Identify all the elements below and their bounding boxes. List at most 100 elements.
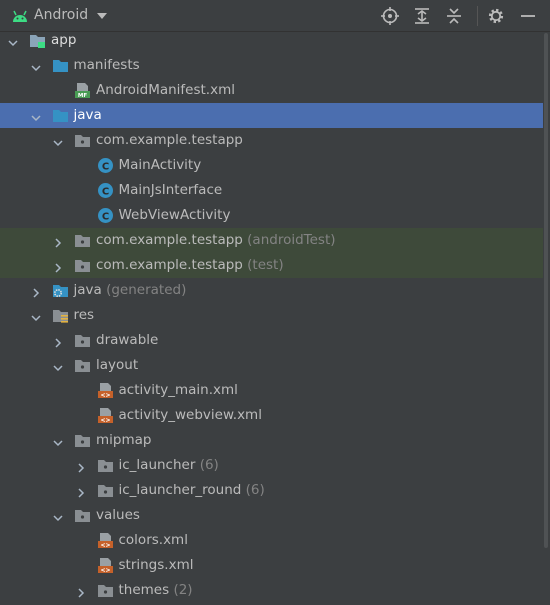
tree-item-strings-xml[interactable]: <> strings.xml <box>0 553 543 578</box>
tree-item-name: drawable <box>96 332 159 348</box>
toolbar-separator <box>477 6 478 26</box>
chevron-right-icon[interactable] <box>76 486 86 498</box>
chevron-down-icon[interactable] <box>8 36 18 47</box>
tree-item-res[interactable]: res <box>0 303 543 328</box>
chevron-down-icon[interactable] <box>53 511 63 522</box>
chevron-right-icon[interactable] <box>53 236 63 248</box>
chevron-down-icon[interactable] <box>53 436 63 447</box>
tree-item-activity-main-xml[interactable]: <> activity_main.xml <box>0 378 543 403</box>
tree-item-name: app <box>51 32 77 48</box>
svg-text:<>: <> <box>100 417 110 424</box>
tree-item-name: activity_webview.xml <box>118 407 262 423</box>
tree-item-suffix: (2) <box>173 582 193 598</box>
tree-item-mipmap[interactable]: mipmap <box>0 428 543 453</box>
svg-text:<>: <> <box>100 392 110 399</box>
tree-item-activity-webview-xml[interactable]: <> activity_webview.xml <box>0 403 543 428</box>
tree-item-layout[interactable]: layout <box>0 353 543 378</box>
tree-item-suffix: (6) <box>199 457 219 473</box>
tree-item-mainactivity[interactable]: C MainActivity <box>0 153 543 178</box>
package-folder-icon <box>97 482 114 499</box>
collapse-all-icon[interactable] <box>444 6 464 26</box>
tree-item-suffix: (generated) <box>106 282 187 298</box>
package-folder-icon <box>74 432 91 449</box>
chevron-right-icon[interactable] <box>53 261 63 273</box>
tree-item-java-generated[interactable]: java (generated) <box>0 278 543 303</box>
tree-item-label: themes (2) <box>119 582 193 598</box>
tree-item-name: manifests <box>73 57 140 73</box>
tree-item-package-test[interactable]: com.example.testapp (test) <box>0 253 543 278</box>
tree-item-name: com.example.testapp <box>96 132 243 148</box>
class-icon: C <box>97 182 114 199</box>
tree-item-ic-launcher-round[interactable]: ic_launcher_round (6) <box>0 478 543 503</box>
chevron-right-icon[interactable] <box>76 461 86 473</box>
package-folder-icon <box>74 232 91 249</box>
xml-file-icon: <> <box>97 407 114 424</box>
tree-item-name: com.example.testapp <box>96 257 243 273</box>
view-selector-label[interactable]: Android <box>34 7 88 23</box>
package-folder-icon <box>74 507 91 524</box>
chevron-down-icon[interactable] <box>30 311 41 322</box>
chevron-down-icon[interactable] <box>53 361 63 372</box>
expand-all-icon[interactable] <box>412 6 432 26</box>
tree-item-themes[interactable]: themes (2) <box>0 578 543 603</box>
vertical-scrollbar[interactable] <box>544 33 548 548</box>
tree-item-label: MainActivity <box>119 157 202 173</box>
package-folder-icon <box>74 132 91 149</box>
tree-item-name: MainJsInterface <box>118 182 223 198</box>
tree-item-label: java (generated) <box>74 282 187 298</box>
tree-item-label: com.example.testapp (androidTest) <box>96 232 336 248</box>
dropdown-icon[interactable] <box>97 13 107 19</box>
tree-item-package-androidtest[interactable]: com.example.testapp (androidTest) <box>0 228 543 253</box>
tree-item-webviewactivity[interactable]: C WebViewActivity <box>0 203 543 228</box>
tree-item-name: activity_main.xml <box>118 382 238 398</box>
tree-item-label: app <box>51 32 76 48</box>
svg-text:<>: <> <box>100 542 110 549</box>
svg-text:C: C <box>101 162 108 173</box>
chevron-right-icon[interactable] <box>31 286 41 298</box>
tree-item-app[interactable]: app <box>0 28 543 53</box>
tree-item-values[interactable]: values <box>0 503 543 528</box>
generated-folder-icon <box>52 282 69 299</box>
chevron-right-icon[interactable] <box>53 336 63 348</box>
package-folder-icon <box>74 357 91 374</box>
tree-item-label: drawable <box>96 332 158 348</box>
tree-item-name: values <box>96 507 140 523</box>
locate-icon[interactable] <box>380 6 400 26</box>
tree-item-suffix: (test) <box>247 257 284 273</box>
tree-item-name: ic_launcher <box>118 457 196 473</box>
tree-item-name: ic_launcher_round <box>118 482 242 498</box>
source-folder-icon <box>52 57 69 74</box>
chevron-right-icon[interactable] <box>76 586 86 598</box>
tree-item-label: values <box>96 507 140 523</box>
package-folder-icon <box>97 582 114 599</box>
tree-item-name: colors.xml <box>118 532 188 548</box>
tree-item-label: com.example.testapp <box>96 132 243 148</box>
chevron-down-icon[interactable] <box>53 136 63 147</box>
gear-icon[interactable] <box>486 6 506 26</box>
tree-item-name: MainActivity <box>118 157 202 173</box>
tree-item-suffix: (6) <box>245 482 265 498</box>
tree-item-label: res <box>74 307 95 323</box>
tree-item-java[interactable]: java <box>0 103 543 128</box>
chevron-down-icon[interactable] <box>30 61 41 72</box>
class-icon: C <box>97 157 114 174</box>
chevron-down-icon[interactable] <box>30 111 41 122</box>
tree-item-name: themes <box>118 582 170 598</box>
tree-item-mainjsinterface[interactable]: C MainJsInterface <box>0 178 543 203</box>
tree-item-name: com.example.testapp <box>96 232 243 248</box>
tree-item-drawable[interactable]: drawable <box>0 328 543 353</box>
tree-item-label: WebViewActivity <box>119 207 231 223</box>
android-icon <box>13 10 27 22</box>
tree-item-name: AndroidManifest.xml <box>96 82 235 98</box>
tree-item-colors-xml[interactable]: <> colors.xml <box>0 528 543 553</box>
tree-item-label: AndroidManifest.xml <box>96 82 235 98</box>
tree-item-package-main[interactable]: com.example.testapp <box>0 128 543 153</box>
svg-text:C: C <box>101 187 108 198</box>
tree-item-name: res <box>73 307 95 323</box>
tree-item-manifests[interactable]: manifests <box>0 53 543 78</box>
tree-item-ic-launcher[interactable]: ic_launcher (6) <box>0 453 543 478</box>
minimize-icon[interactable] <box>518 6 538 26</box>
tree-item-name: layout <box>96 357 139 373</box>
tree-item-androidmanifest[interactable]: MF AndroidManifest.xml <box>0 78 543 103</box>
tree-item-suffix: (androidTest) <box>247 232 336 248</box>
